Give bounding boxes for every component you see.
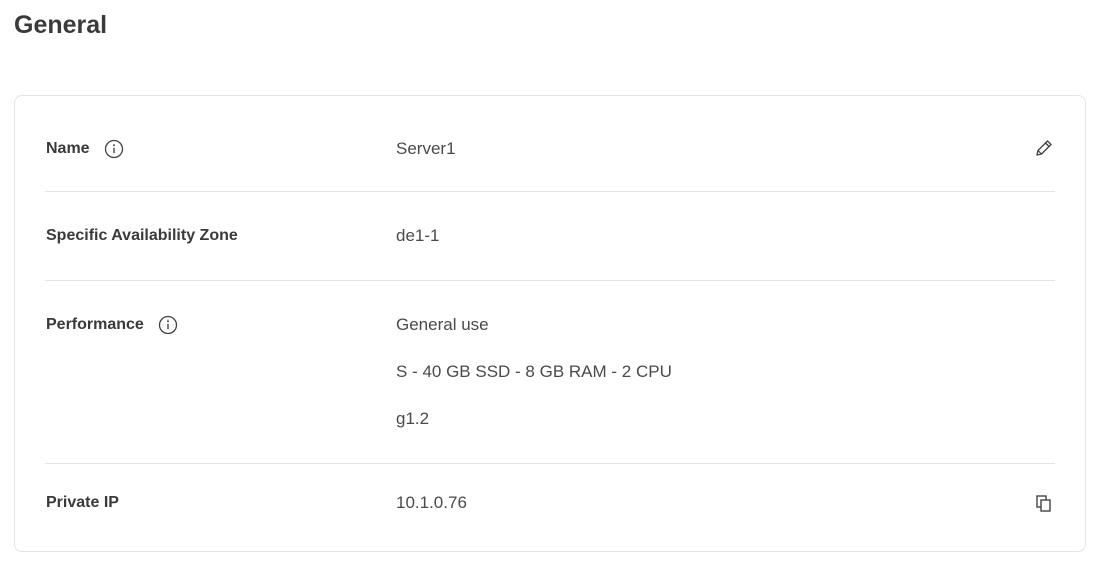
availability-zone-label: Specific Availability Zone [46, 227, 238, 244]
row-divider [45, 280, 1055, 281]
performance-label: Performance [46, 316, 144, 333]
performance-row: Performance General use S - 40 GB SSD - … [45, 313, 1055, 433]
pencil-edit-icon[interactable] [1033, 137, 1055, 159]
performance-flavor-value: g1.2 [396, 409, 430, 428]
private-ip-row: Private IP 10.1.0.76 [45, 491, 1055, 515]
info-icon[interactable] [158, 315, 178, 335]
name-label: Name [46, 140, 90, 157]
page-title: General [14, 11, 108, 39]
private-ip-value: 10.1.0.76 [396, 493, 467, 512]
performance-type-value: General use [396, 315, 489, 334]
name-label-group: Name [46, 139, 124, 159]
availability-zone-value: de1-1 [396, 226, 440, 245]
general-details-card: Name Server1 Specific Availability Zone … [14, 95, 1086, 552]
performance-spec-value: S - 40 GB SSD - 8 GB RAM - 2 CPU [396, 362, 672, 381]
row-divider [45, 463, 1055, 464]
name-row: Name Server1 [45, 137, 1055, 161]
row-divider [45, 191, 1055, 192]
performance-label-group: Performance [46, 315, 178, 335]
name-value: Server1 [396, 139, 456, 158]
info-icon[interactable] [104, 139, 124, 159]
availability-zone-row: Specific Availability Zone de1-1 [45, 224, 1055, 248]
general-page: General Name Server1 Specific Availabili… [0, 0, 1100, 565]
copy-icon[interactable] [1033, 493, 1055, 515]
private-ip-label: Private IP [46, 494, 119, 511]
